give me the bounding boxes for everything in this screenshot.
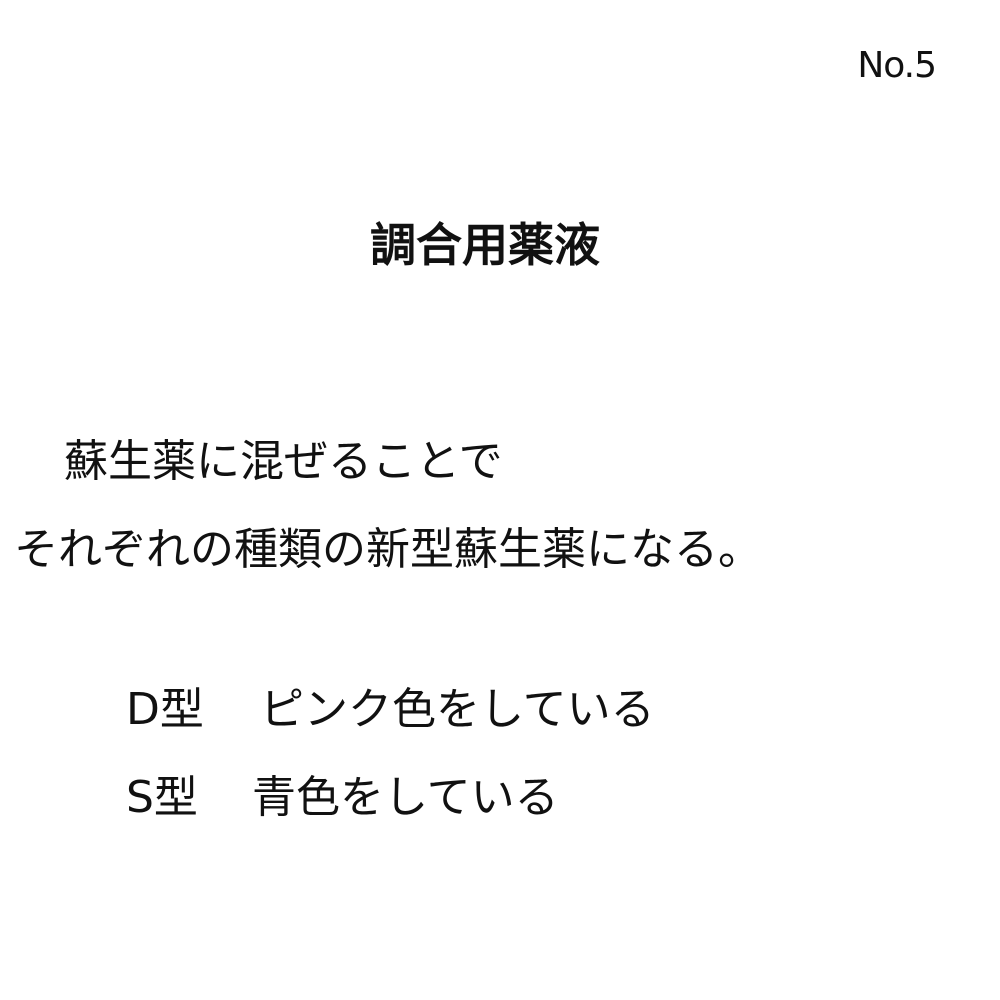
page-number: No.5	[857, 45, 937, 86]
type-name: S型	[126, 772, 198, 823]
description: 蘇生薬に混ぜることで それぞれの種類の新型蘇生薬になる。	[14, 418, 762, 594]
page-title: 調合用薬液	[370, 218, 600, 272]
description-line: 蘇生薬に混ぜることで	[64, 436, 503, 487]
type-item-d: D型 ピンク色をしている	[126, 666, 655, 754]
type-color-description: 青色をしている	[252, 772, 559, 823]
type-color-description: ピンク色をしている	[260, 684, 655, 735]
type-name: D型	[126, 684, 204, 735]
type-item-s: S型 青色をしている	[126, 754, 655, 842]
document-page: No.5 調合用薬液 蘇生薬に混ぜることで それぞれの種類の新型蘇生薬になる。 …	[0, 0, 1000, 1000]
type-list: D型 ピンク色をしている S型 青色をしている	[126, 666, 655, 842]
description-line: それぞれの種類の新型蘇生薬になる。	[14, 524, 762, 575]
